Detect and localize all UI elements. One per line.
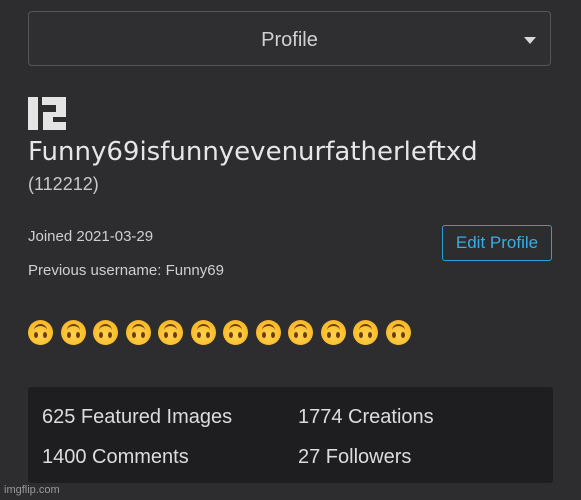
user-id: (112212) <box>28 174 99 194</box>
page-select-value: Profile <box>261 29 318 51</box>
bio-emoji-row <box>28 316 418 349</box>
previous-username: Previous username: Funny69 <box>28 262 224 279</box>
stat-creations[interactable]: 1774 Creations <box>298 406 434 429</box>
upside-down-face-icon <box>28 320 53 345</box>
upside-down-face-icon <box>385 320 411 345</box>
upside-down-face-icon <box>93 320 118 345</box>
upside-down-face-icon <box>255 320 281 345</box>
upside-down-face-icon <box>353 320 378 345</box>
stat-featured-images[interactable]: 625 Featured Images <box>42 406 232 429</box>
upside-down-face-icon <box>320 320 346 345</box>
stat-followers[interactable]: 27 Followers <box>298 446 411 469</box>
upside-down-face-icon <box>288 320 313 345</box>
edit-profile-button[interactable]: Edit Profile <box>442 225 552 261</box>
watermark: imgflip.com <box>4 484 60 496</box>
joined-date: Joined 2021-03-29 <box>28 228 154 245</box>
upside-down-face-icon <box>125 320 151 345</box>
upside-down-face-icon <box>223 320 248 345</box>
upside-down-face-icon <box>158 320 183 345</box>
upside-down-face-icon <box>190 320 216 345</box>
avatar-logo-icon <box>28 97 66 130</box>
stat-comments[interactable]: 1400 Comments <box>42 446 189 469</box>
avatar <box>28 96 68 137</box>
chevron-down-icon[interactable] <box>524 37 536 44</box>
username: Funny69isfunnyevenurfatherleftxd <box>28 137 478 167</box>
stats-panel: 625 Featured Images 1774 Creations 1400 … <box>28 387 553 483</box>
upside-down-face-icon <box>60 320 86 345</box>
page-select[interactable]: Profile <box>28 11 551 66</box>
